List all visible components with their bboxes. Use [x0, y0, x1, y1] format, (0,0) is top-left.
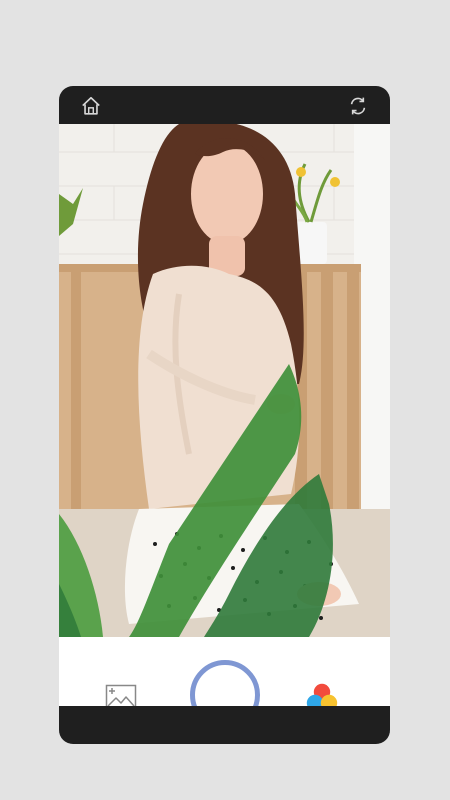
refresh-icon [350, 97, 366, 115]
phone-frame [59, 86, 390, 744]
top-bar [59, 86, 390, 124]
bottom-bar [59, 706, 390, 744]
refresh-button[interactable] [346, 94, 370, 118]
camera-viewfinder [59, 124, 390, 637]
photo-preview [59, 124, 390, 637]
home-button[interactable] [79, 94, 103, 118]
home-icon [82, 96, 100, 115]
